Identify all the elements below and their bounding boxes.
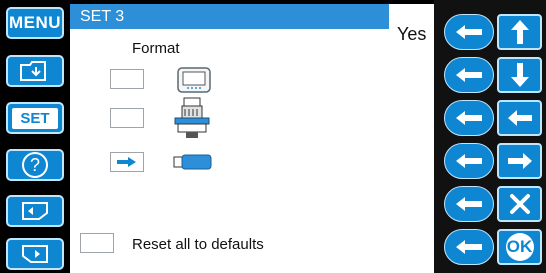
set-label: SET (12, 107, 58, 129)
previous-page-button[interactable] (6, 195, 64, 227)
embroidery-machine-icon (174, 97, 210, 138)
page-title: SET 3 (70, 4, 389, 29)
ok-button[interactable]: OK (497, 229, 542, 265)
left-button[interactable] (497, 100, 542, 136)
cancel-button[interactable] (497, 186, 542, 222)
option-machine[interactable] (172, 96, 212, 140)
next-page-button[interactable] (6, 238, 64, 270)
option-usb[interactable] (173, 153, 213, 171)
open-folder-button[interactable] (6, 55, 64, 87)
selected-arrow-icon (117, 157, 136, 167)
reset-checkbox[interactable] (80, 233, 114, 253)
arrow-left-icon (456, 111, 482, 125)
screen: MENU SET ? SET 3 Format Reset all to def… (0, 0, 546, 273)
arrow-down-icon (510, 63, 529, 87)
arrow-right-icon (507, 153, 532, 169)
help-button[interactable]: ? (6, 149, 64, 181)
up-button[interactable] (497, 14, 542, 50)
right-button[interactable] (497, 143, 542, 179)
arrow-left-icon (456, 154, 482, 168)
usb-stick-icon (173, 154, 212, 170)
yes-label: Yes (397, 24, 427, 44)
arrow-left-icon (456, 197, 482, 211)
help-label: ? (29, 154, 40, 175)
arrow-left-icon (456, 68, 482, 82)
arrow-up-icon (510, 20, 529, 44)
page-forward-icon (22, 245, 48, 263)
right-controls: OK (434, 0, 546, 273)
option-display-checkbox[interactable] (110, 69, 144, 89)
option-usb-checkbox[interactable] (110, 152, 144, 172)
arrow-left-icon (456, 240, 482, 254)
page-back-icon (22, 202, 48, 220)
value-left-button-2[interactable] (444, 57, 494, 93)
reset-label: Reset all to defaults (132, 236, 264, 253)
left-nav: MENU SET ? (0, 0, 70, 273)
value-left-button-5[interactable] (444, 186, 494, 222)
option-display[interactable] (176, 66, 212, 94)
arrow-left-icon (456, 25, 482, 39)
format-label: Format (132, 40, 180, 57)
value-left-button-4[interactable] (444, 143, 494, 179)
value-left-button-1[interactable] (444, 14, 494, 50)
settings-panel: SET 3 Format Reset all to defaults (70, 4, 389, 273)
option-machine-checkbox[interactable] (110, 108, 144, 128)
menu-button[interactable]: MENU (6, 7, 64, 39)
ok-label: OK (505, 233, 534, 261)
down-button[interactable] (497, 57, 542, 93)
arrow-left-icon (507, 110, 532, 126)
lcd-display-icon (177, 67, 211, 93)
value-left-button-3[interactable] (444, 100, 494, 136)
close-icon (509, 194, 530, 214)
menu-label: MENU (8, 13, 62, 32)
set-button[interactable]: SET (6, 102, 64, 134)
yes-column: Yes (389, 4, 434, 273)
value-left-button-6[interactable] (444, 229, 494, 265)
open-folder-icon (20, 61, 46, 81)
